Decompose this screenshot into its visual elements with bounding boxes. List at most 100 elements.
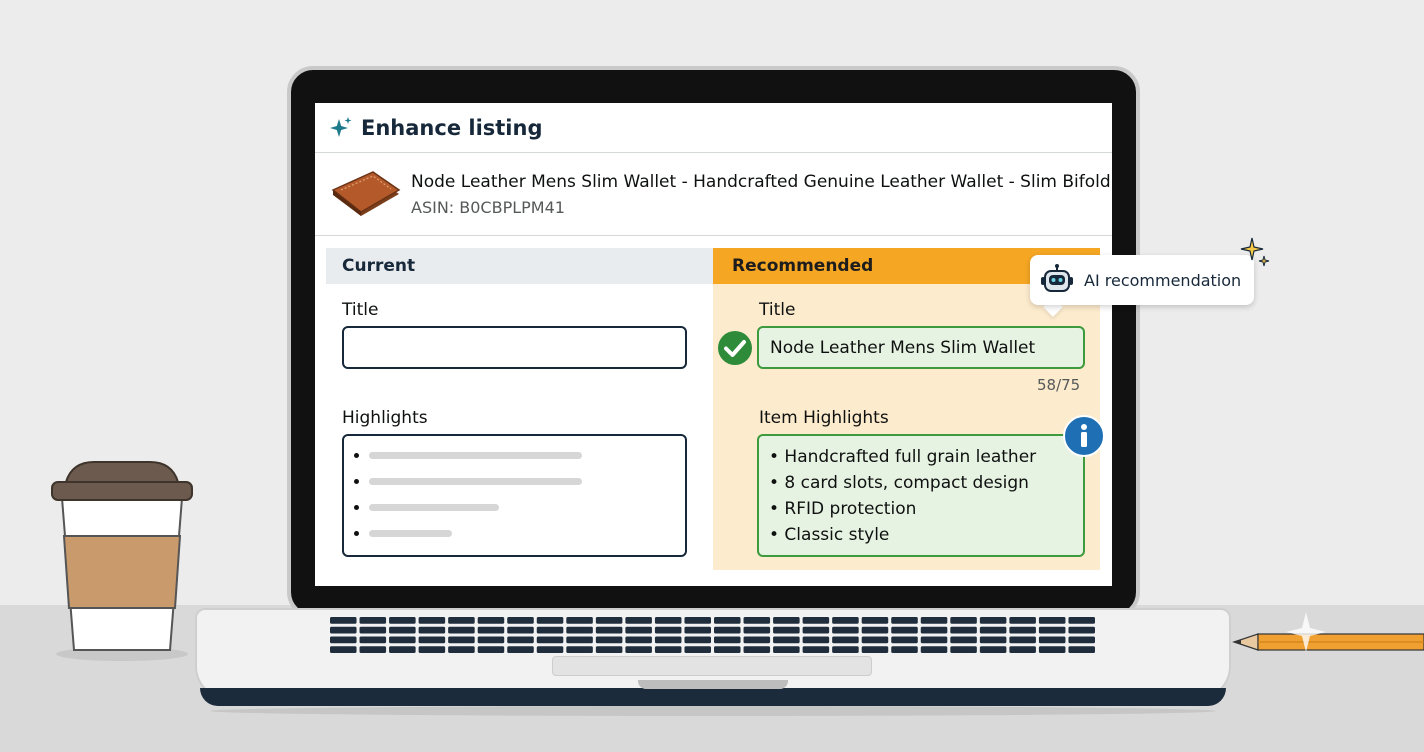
keyboard-key (330, 626, 357, 634)
product-asin: ASIN: B0CBPLPM41 (411, 198, 565, 217)
keyboard-key (773, 646, 800, 653)
keyboard-key (330, 617, 357, 624)
keyboard-key (654, 626, 682, 634)
keyboard-key (684, 636, 711, 644)
keyboard-key (389, 626, 416, 634)
keyboard-key (654, 646, 682, 653)
keyboard-key (477, 636, 505, 644)
current-title-field[interactable] (342, 326, 687, 369)
placeholder-bar (369, 530, 452, 537)
keyboard-key (1038, 646, 1066, 653)
keyboard-key (802, 626, 830, 634)
keyboard-key (448, 636, 475, 644)
keyboard-key (979, 626, 1007, 634)
keyboard-key (832, 617, 859, 624)
keyboard-key (1038, 636, 1066, 644)
keyboard-key (802, 636, 830, 644)
keyboard-key (802, 646, 830, 653)
keyboard-key (891, 626, 918, 634)
current-heading: Current (326, 248, 714, 284)
keyboard (330, 617, 1095, 653)
current-column: Current Title Highlights (326, 248, 714, 578)
tooltip-text: AI recommendation (1084, 270, 1242, 290)
info-icon[interactable] (1062, 414, 1106, 458)
check-circle-icon (718, 331, 752, 365)
keyboard-key (595, 626, 623, 634)
keyboard-key (654, 636, 682, 644)
keyboard-key (1009, 617, 1036, 624)
keyboard-key (330, 636, 357, 644)
sparkle-icon (330, 116, 352, 137)
keyboard-key (714, 626, 741, 634)
keyboard-key (1009, 646, 1036, 653)
keyboard-key (979, 617, 1007, 624)
keyboard-key (743, 617, 771, 624)
page-title: Enhance listing (361, 115, 543, 140)
keyboard-key (625, 617, 652, 624)
keyboard-key (832, 646, 859, 653)
laptop-base-edge (200, 688, 1226, 706)
keyboard-key (418, 636, 446, 644)
placeholder-bar (369, 452, 582, 459)
keyboard-key (359, 646, 387, 653)
placeholder-bullet (354, 504, 499, 511)
keyboard-key (359, 636, 387, 644)
keyboard-key (418, 617, 446, 624)
keyboard-key (566, 636, 593, 644)
keyboard-key (979, 646, 1007, 653)
keyboard-key (566, 646, 593, 653)
keyboard-key (654, 617, 682, 624)
keyboard-key (359, 617, 387, 624)
keyboard-key (861, 646, 889, 653)
keyboard-key (743, 646, 771, 653)
keyboard-key (920, 636, 948, 644)
scene: Enhance listing Node Leather Mens Slim W… (0, 0, 1424, 752)
keyboard-key (448, 626, 475, 634)
keyboard-key (1068, 617, 1095, 624)
keyboard-key (861, 617, 889, 624)
keyboard-key (595, 636, 623, 644)
recommended-highlights-label: Item Highlights (759, 408, 889, 428)
keyboard-key (920, 617, 948, 624)
keyboard-key (625, 636, 652, 644)
keyboard-key (595, 617, 623, 624)
highlight-item: • 8 card slots, compact design (769, 473, 1029, 493)
keyboard-key (595, 646, 623, 653)
recommended-title-field[interactable]: Node Leather Mens Slim Wallet (757, 326, 1085, 369)
keyboard-key (330, 646, 357, 653)
keyboard-key (536, 617, 564, 624)
wallet-icon (331, 171, 401, 216)
keyboard-key (625, 626, 652, 634)
keyboard-key (477, 626, 505, 634)
keyboard-key (861, 636, 889, 644)
keyboard-key (389, 617, 416, 624)
keyboard-key (536, 636, 564, 644)
placeholder-bullet (354, 452, 582, 459)
keyboard-key (920, 626, 948, 634)
keyboard-key (507, 626, 534, 634)
pencil-icon (1232, 633, 1424, 651)
bullet-dot (354, 479, 359, 484)
keyboard-key (477, 617, 505, 624)
keyboard-key (1009, 636, 1036, 644)
keyboard-key (1038, 626, 1066, 634)
current-title-label: Title (342, 300, 379, 320)
keyboard-key (448, 646, 475, 653)
desk-sparkle-icon (1286, 612, 1326, 652)
recommended-highlights-box[interactable]: • Handcrafted full grain leather • 8 car… (757, 434, 1085, 557)
keyboard-key (566, 626, 593, 634)
keyboard-key (714, 636, 741, 644)
keyboard-key (979, 636, 1007, 644)
keyboard-key (773, 617, 800, 624)
keyboard-key (950, 617, 977, 624)
keyboard-key (714, 617, 741, 624)
keyboard-key (389, 646, 416, 653)
keyboard-key (507, 636, 534, 644)
placeholder-bar (369, 504, 499, 511)
current-highlights-box[interactable] (342, 434, 687, 557)
laptop-notch (638, 680, 788, 689)
keyboard-key (389, 636, 416, 644)
keyboard-key (536, 626, 564, 634)
keyboard-key (773, 636, 800, 644)
keyboard-key (1009, 626, 1036, 634)
